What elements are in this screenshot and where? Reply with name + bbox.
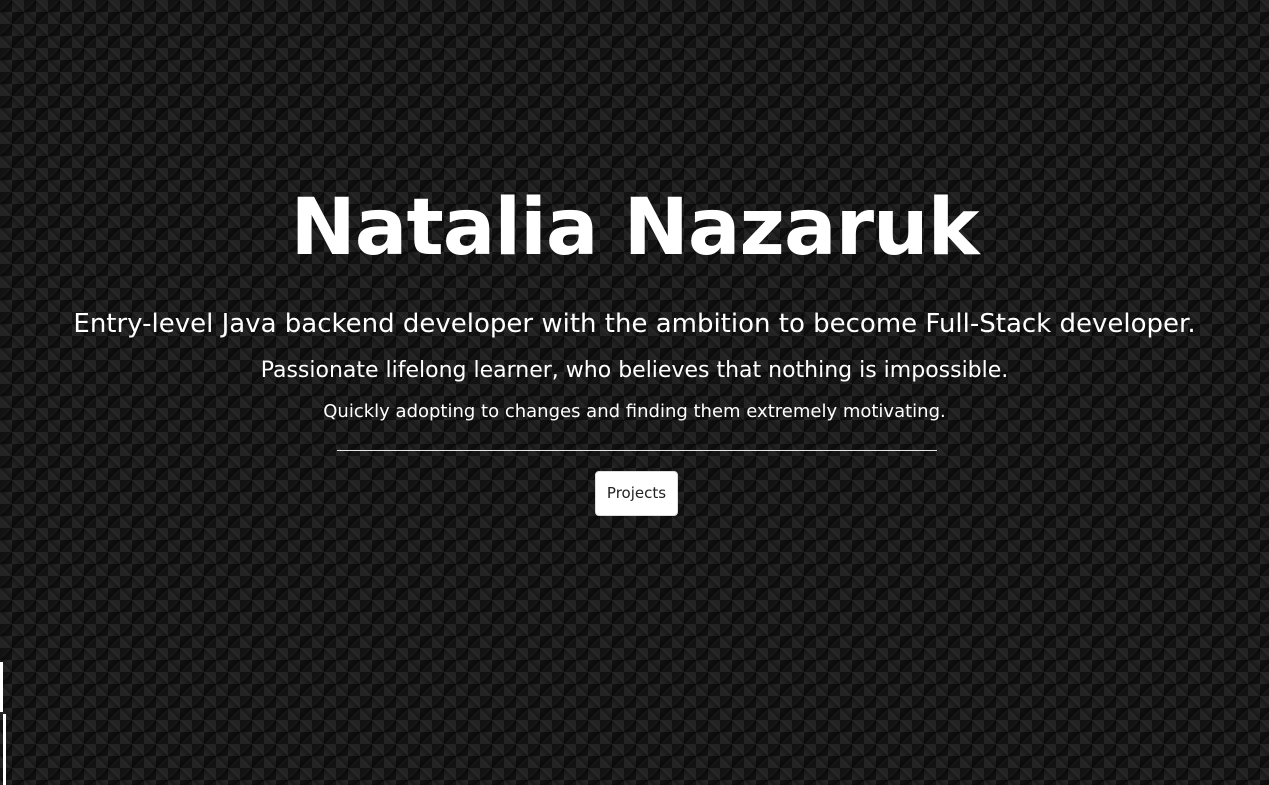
page-title: Natalia Nazaruk [290, 183, 980, 273]
projects-button[interactable]: Projects [595, 471, 678, 516]
tagline-primary: Entry-level Java backend developer with … [73, 309, 1196, 339]
tagline-tertiary: Quickly adopting to changes and finding … [323, 401, 946, 422]
tagline-secondary: Passionate lifelong learner, who believe… [260, 358, 1009, 383]
left-edge-mark-lower [3, 714, 6, 785]
divider [337, 450, 937, 451]
left-edge-mark [0, 662, 3, 712]
hero-section: Natalia Nazaruk Entry-level Java backend… [0, 0, 1269, 785]
